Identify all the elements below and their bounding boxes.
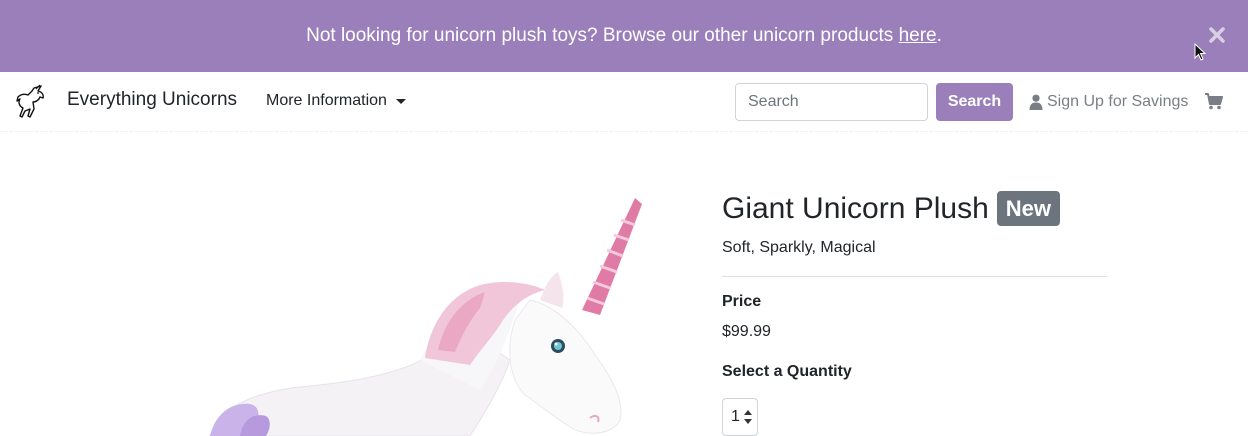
search-input[interactable] — [735, 83, 928, 121]
banner-message: Not looking for unicorn plush toys? Brow… — [306, 25, 942, 47]
quantity-select[interactable]: 1 — [722, 398, 758, 436]
cart-icon[interactable] — [1205, 93, 1223, 110]
select-arrows-icon — [744, 410, 752, 424]
quantity-label: Select a Quantity — [722, 363, 852, 380]
product-title: Giant Unicorn Plush — [722, 191, 989, 225]
cursor-icon — [1194, 43, 1206, 61]
unicorn-logo-icon[interactable] — [14, 84, 50, 120]
price-value: $99.99 — [722, 323, 771, 340]
banner-link-here[interactable]: here — [899, 25, 937, 46]
product-image — [209, 198, 642, 436]
more-information-label: More Information — [266, 92, 387, 109]
promo-banner: Not looking for unicorn plush toys? Brow… — [0, 0, 1248, 72]
quantity-value: 1 — [731, 408, 740, 425]
banner-text-end: . — [936, 25, 942, 46]
search-button[interactable]: Search — [936, 83, 1013, 121]
new-badge: New — [996, 191, 1061, 226]
navbar: Everything Unicorns More Information Sea… — [0, 72, 1248, 132]
product-subtitle: Soft, Sparkly, Magical — [722, 239, 876, 256]
price-label: Price — [722, 293, 762, 310]
close-icon[interactable] — [1208, 26, 1226, 44]
brand-link[interactable]: Everything Unicorns — [67, 89, 237, 111]
banner-text: Not looking for unicorn plush toys? Brow… — [306, 25, 899, 46]
sign-up-link[interactable]: Sign Up for Savings — [1029, 93, 1188, 111]
more-information-dropdown[interactable]: More Information — [266, 92, 406, 110]
divider — [722, 276, 1107, 277]
product-title-row: Giant Unicorn Plush New — [722, 191, 1061, 226]
sign-up-label: Sign Up for Savings — [1047, 93, 1189, 110]
user-icon — [1029, 94, 1043, 110]
chevron-down-icon — [395, 98, 406, 104]
